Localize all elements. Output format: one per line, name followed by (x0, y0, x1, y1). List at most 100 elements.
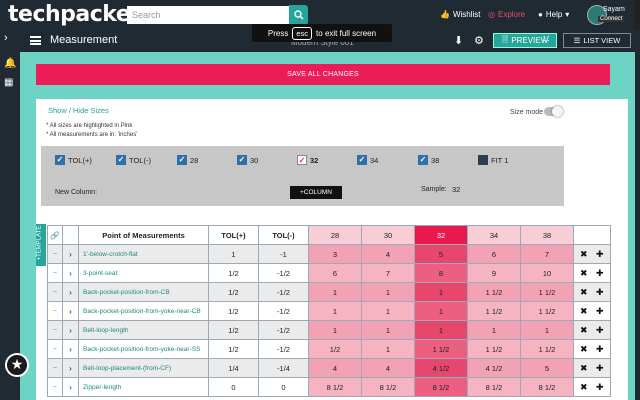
book-icon[interactable]: ▦ (4, 77, 13, 88)
tol-plus-cell[interactable]: 1/4 (208, 358, 259, 378)
checkbox-size-32[interactable]: ✓ 32 (297, 155, 318, 165)
chevron-right-icon[interactable]: › (62, 377, 79, 397)
chevron-right-icon[interactable]: › (4, 32, 8, 44)
header-size-34[interactable]: 34 (467, 225, 521, 245)
explore-link[interactable]: ◎ Explore (488, 10, 525, 19)
add-row-icon[interactable]: ✚ (596, 249, 610, 260)
tol-plus-cell[interactable]: 1/2 (208, 320, 259, 340)
size-32-cell[interactable]: 1 (414, 320, 468, 340)
hamburger-menu-icon[interactable] (30, 36, 41, 45)
size-34-cell[interactable]: 9 (467, 263, 521, 283)
size-38-cell[interactable]: 1 (520, 320, 574, 340)
search-input[interactable] (127, 6, 289, 24)
pom-name[interactable]: Back-pocket-position-from-yoke-near-SS (78, 339, 209, 359)
tol-minus-cell[interactable]: -1/2 (258, 339, 309, 359)
chevron-right-icon[interactable]: › (62, 301, 79, 321)
header-size-28[interactable]: 28 (308, 225, 362, 245)
drag-handle[interactable]: – (47, 263, 63, 283)
drag-handle[interactable]: – (47, 244, 63, 264)
size-38-cell[interactable]: 7 (520, 244, 574, 264)
size-30-cell[interactable]: 1 (361, 301, 415, 321)
size-34-cell[interactable]: 6 (467, 244, 521, 264)
delete-row-icon[interactable]: ✖ (580, 268, 596, 279)
tol-minus-cell[interactable]: -1/4 (258, 358, 309, 378)
chevron-right-icon[interactable]: › (62, 282, 79, 302)
size-30-cell[interactable]: 7 (361, 263, 415, 283)
chevron-right-icon[interactable]: › (62, 263, 79, 283)
drag-handle[interactable]: – (47, 320, 63, 340)
size-mode-toggle[interactable] (544, 106, 563, 117)
drag-handle[interactable]: – (47, 358, 63, 378)
size-30-cell[interactable]: 1 (361, 320, 415, 340)
tol-plus-cell[interactable]: 1/2 (208, 301, 259, 321)
size-30-cell[interactable]: 8 1/2 (361, 377, 415, 397)
size-32-cell[interactable]: 1 (414, 282, 468, 302)
header-tol-plus[interactable]: TOL(+) (208, 225, 259, 245)
tol-plus-cell[interactable]: 1/2 (208, 339, 259, 359)
size-38-cell[interactable]: 1 1/2 (520, 282, 574, 302)
size-34-cell[interactable]: 1 (467, 320, 521, 340)
checkbox-size-30[interactable]: ✓ 30 (237, 155, 258, 165)
delete-row-icon[interactable]: ✖ (580, 363, 596, 374)
wishlist-link[interactable]: 👍 Wishlist (440, 10, 481, 19)
add-row-icon[interactable]: ✚ (596, 382, 610, 393)
tol-minus-cell[interactable]: -1 (258, 244, 309, 264)
user-connect-badge[interactable]: Connect (598, 16, 625, 22)
pom-name[interactable]: Belt-loop-placement-(from-CF) (78, 358, 209, 378)
size-34-cell[interactable]: 1 1/2 (467, 339, 521, 359)
chevron-right-icon[interactable]: › (62, 358, 79, 378)
tol-minus-cell[interactable]: -1/2 (258, 301, 309, 321)
delete-row-icon[interactable]: ✖ (580, 382, 596, 393)
pom-name[interactable]: Zipper-length (78, 377, 209, 397)
size-38-cell[interactable]: 8 1/2 (520, 377, 574, 397)
delete-row-icon[interactable]: ✖ (580, 287, 596, 298)
add-row-icon[interactable]: ✚ (596, 363, 610, 374)
size-28-cell[interactable]: 1 (308, 320, 362, 340)
pom-name[interactable]: Belt-loop-length (78, 320, 209, 340)
header-pom[interactable]: Point of Measurements (78, 225, 209, 245)
tol-plus-cell[interactable]: 0 (208, 377, 259, 397)
checkbox-fit-1[interactable]: FIT 1 (478, 155, 508, 165)
star-icon[interactable]: ★ (5, 353, 29, 377)
tol-minus-cell[interactable]: -1/2 (258, 282, 309, 302)
checkbox-tol-plus[interactable]: ✓ TOL(+) (55, 155, 92, 165)
header-tol-minus[interactable]: TOL(-) (258, 225, 309, 245)
header-size-32[interactable]: 32 (414, 225, 468, 245)
tol-minus-cell[interactable]: 0 (258, 377, 309, 397)
tol-plus-cell[interactable]: 1 (208, 244, 259, 264)
add-row-icon[interactable]: ✚ (596, 306, 610, 317)
template-tab[interactable]: +TEMPLATE (36, 224, 46, 266)
size-30-cell[interactable]: 4 (361, 358, 415, 378)
size-38-cell[interactable]: 1 1/2 (520, 301, 574, 321)
size-28-cell[interactable]: 4 (308, 358, 362, 378)
techpacker-logo[interactable]: techpacker (8, 2, 141, 27)
checkbox-size-38[interactable]: ✓ 38 (418, 155, 439, 165)
size-34-cell[interactable]: 8 1/2 (467, 377, 521, 397)
add-row-icon[interactable]: ✚ (596, 344, 610, 355)
size-34-cell[interactable]: 1 1/2 (467, 301, 521, 321)
delete-row-icon[interactable]: ✖ (580, 325, 596, 336)
download-icon[interactable]: ⬇ (454, 34, 463, 47)
drag-handle[interactable]: – (47, 282, 63, 302)
checkbox-tol-minus[interactable]: ✓ TOL(-) (116, 155, 151, 165)
size-28-cell[interactable]: 1/2 (308, 339, 362, 359)
pom-name[interactable]: Back-pocket-position-from-yoke-near-CB (78, 301, 209, 321)
tol-plus-cell[interactable]: 1/2 (208, 263, 259, 283)
size-28-cell[interactable]: 8 1/2 (308, 377, 362, 397)
size-32-cell[interactable]: 1 (414, 301, 468, 321)
size-32-cell[interactable]: 8 (414, 263, 468, 283)
header-size-30[interactable]: 30 (361, 225, 415, 245)
drag-handle[interactable]: – (47, 339, 63, 359)
delete-row-icon[interactable]: ✖ (580, 344, 596, 355)
size-30-cell[interactable]: 1 (361, 339, 415, 359)
header-size-38[interactable]: 38 (520, 225, 574, 245)
link-icon[interactable]: 🔗 (47, 225, 63, 245)
chevron-right-icon[interactable]: › (62, 244, 79, 264)
checkbox-size-28[interactable]: ✓ 28 (177, 155, 198, 165)
add-column-button[interactable]: +COLUMN (290, 186, 342, 199)
chevron-right-icon[interactable]: › (62, 320, 79, 340)
chevron-right-icon[interactable]: › (62, 339, 79, 359)
pom-name[interactable]: 3-point-seat (78, 263, 209, 283)
size-38-cell[interactable]: 1 1/2 (520, 339, 574, 359)
delete-row-icon[interactable]: ✖ (580, 306, 596, 317)
